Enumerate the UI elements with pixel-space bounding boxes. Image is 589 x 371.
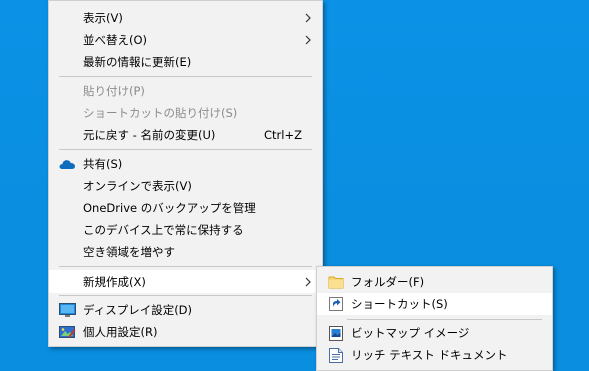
chevron-right-icon [305, 13, 311, 23]
menu-item-label: このデバイス上で常に保持する [83, 223, 244, 237]
menu-item-label: 新規作成(X) [83, 274, 146, 289]
menu-item-new[interactable]: 新規作成(X) [49, 270, 322, 293]
menu-item-always-keep-on-device[interactable]: このデバイス上で常に保持する [49, 219, 322, 241]
submenu-item-bitmap-image[interactable]: ビットマップ イメージ [317, 322, 552, 344]
menu-item-label: OneDrive のバックアップを管理 [83, 201, 256, 215]
chevron-right-icon [305, 277, 311, 286]
menu-item-label: ショートカットの貼り付け(S) [83, 106, 238, 120]
menu-item-personalize[interactable]: 個人用設定(R) [49, 321, 322, 343]
menu-item-shortcut: Ctrl+Z [264, 128, 302, 142]
submenu-item-folder[interactable]: フォルダー(F) [317, 271, 552, 293]
menu-item-paste[interactable]: 貼り付け(P) [49, 80, 322, 102]
menu-item-view-online[interactable]: オンラインで表示(V) [49, 175, 322, 197]
menu-item-display-settings[interactable]: ディスプレイ設定(D) [49, 299, 322, 321]
menu-separator [347, 319, 542, 320]
menu-item-manage-onedrive-backup[interactable]: OneDrive のバックアップを管理 [49, 197, 322, 219]
chevron-right-icon [305, 35, 311, 45]
menu-item-label: 空き領域を増やす [83, 245, 175, 259]
submenu-item-label: リッチ テキスト ドキュメント [351, 348, 508, 362]
rich-text-document-icon [327, 347, 345, 363]
menu-item-label: 最新の情報に更新(E) [83, 55, 192, 69]
menu-item-label: 並べ替え(O) [83, 33, 148, 47]
desktop-context-menu: 表示(V) 並べ替え(O) 最新の情報に更新(E) 貼り付け(P) ショートカッ… [48, 0, 323, 347]
menu-item-refresh[interactable]: 最新の情報に更新(E) [49, 51, 322, 73]
new-submenu: フォルダー(F) ショートカット(S) ビットマップ イメージ リッチ テキスト… [316, 266, 553, 371]
folder-icon [327, 274, 345, 290]
menu-item-free-up-space[interactable]: 空き領域を増やす [49, 241, 322, 263]
shortcut-icon [327, 296, 345, 312]
onedrive-cloud-icon [58, 156, 76, 172]
menu-item-label: ディスプレイ設定(D) [83, 303, 193, 317]
submenu-item-rich-text-document[interactable]: リッチ テキスト ドキュメント [317, 344, 552, 366]
menu-item-label: 共有(S) [83, 157, 123, 171]
menu-separator [59, 266, 312, 267]
menu-item-view[interactable]: 表示(V) [49, 7, 322, 29]
menu-item-label: 貼り付け(P) [83, 84, 145, 98]
submenu-item-label: フォルダー(F) [351, 275, 425, 289]
menu-separator [59, 149, 312, 150]
menu-separator [59, 76, 312, 77]
menu-item-label: 元に戻す - 名前の変更(U) [83, 128, 216, 142]
menu-item-label: 個人用設定(R) [83, 325, 158, 339]
menu-item-share[interactable]: 共有(S) [49, 153, 322, 175]
menu-item-sort-by[interactable]: 並べ替え(O) [49, 29, 322, 51]
menu-item-undo-rename[interactable]: 元に戻す - 名前の変更(U) Ctrl+Z [49, 124, 322, 146]
submenu-item-shortcut[interactable]: ショートカット(S) [317, 293, 552, 315]
display-settings-icon [58, 302, 76, 318]
bitmap-image-icon [327, 325, 345, 341]
menu-item-paste-shortcut[interactable]: ショートカットの貼り付け(S) [49, 102, 322, 124]
personalize-icon [58, 324, 76, 340]
menu-item-label: 表示(V) [83, 11, 123, 25]
submenu-item-label: ビットマップ イメージ [351, 326, 470, 340]
menu-separator [59, 295, 312, 296]
menu-item-label: オンラインで表示(V) [83, 179, 192, 193]
submenu-item-label: ショートカット(S) [351, 297, 448, 311]
